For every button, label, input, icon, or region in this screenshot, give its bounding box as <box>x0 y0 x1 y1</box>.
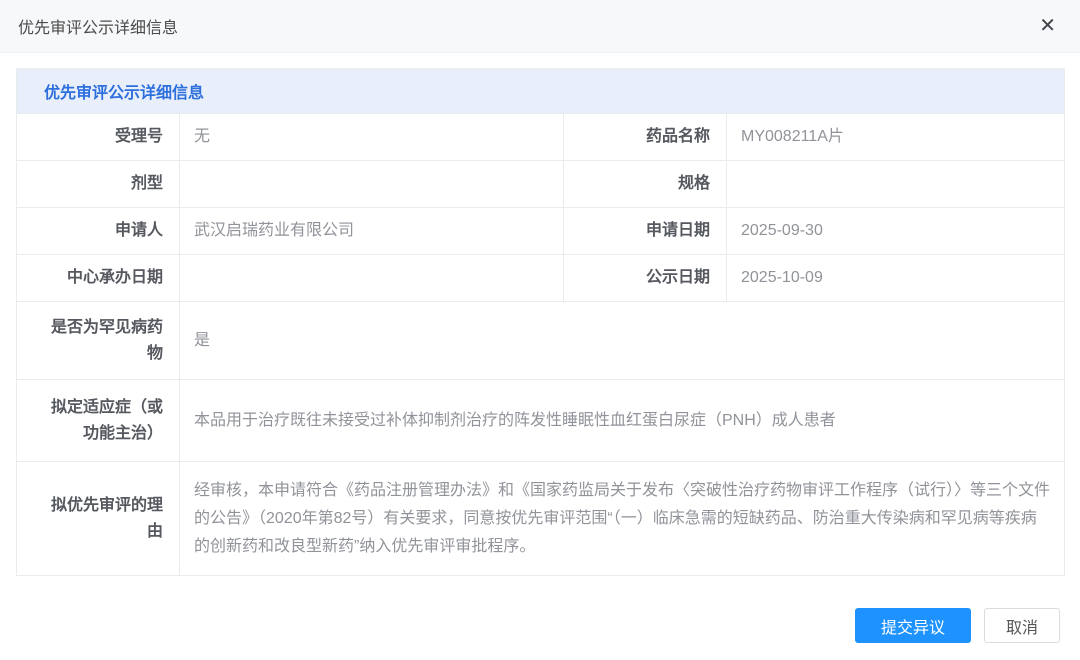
specification-value <box>727 161 1065 208</box>
rare-disease-value: 是 <box>180 302 1065 380</box>
center-undertake-date-label: 中心承办日期 <box>17 255 180 302</box>
application-date-label: 申请日期 <box>564 208 727 255</box>
publicity-date-label: 公示日期 <box>564 255 727 302</box>
priority-review-reason-label: 拟优先审评的理由 <box>17 462 180 576</box>
acceptance-number-value: 无 <box>180 114 564 161</box>
proposed-indication-value: 本品用于治疗既往未接受过补体抑制剂治疗的阵发性睡眠性血红蛋白尿症（PNH）成人患… <box>180 380 1065 462</box>
table-row-centerdate-publicity: 中心承办日期 公示日期 2025-10-09 <box>17 255 1065 302</box>
publicity-date-value: 2025-10-09 <box>727 255 1065 302</box>
priority-review-detail-modal: 优先审评公示详细信息 ✕ 优先审评公示详细信息 受理号 无 药品名称 MY008… <box>0 0 1080 660</box>
drug-name-label: 药品名称 <box>564 114 727 161</box>
table-row-applicant-date: 申请人 武汉启瑞药业有限公司 申请日期 2025-09-30 <box>17 208 1065 255</box>
detail-table: 优先审评公示详细信息 受理号 无 药品名称 MY008211A片 剂型 规格 申… <box>16 68 1065 576</box>
modal-title: 优先审评公示详细信息 <box>18 14 178 38</box>
drug-name-value: MY008211A片 <box>727 114 1065 161</box>
proposed-indication-label: 拟定适应症（或功能主治） <box>17 380 180 462</box>
table-section-header-row: 优先审评公示详细信息 <box>17 69 1065 114</box>
priority-review-reason-value: 经审核，本申请符合《药品注册管理办法》和《国家药监局关于发布〈突破性治疗药物审评… <box>180 462 1065 576</box>
center-undertake-date-value <box>180 255 564 302</box>
dosage-form-label: 剂型 <box>17 161 180 208</box>
table-row-dosage-spec: 剂型 规格 <box>17 161 1065 208</box>
dosage-form-value <box>180 161 564 208</box>
table-row-indication: 拟定适应症（或功能主治） 本品用于治疗既往未接受过补体抑制剂治疗的阵发性睡眠性血… <box>17 380 1065 462</box>
acceptance-number-label: 受理号 <box>17 114 180 161</box>
applicant-label: 申请人 <box>17 208 180 255</box>
cancel-button[interactable]: 取消 <box>984 608 1060 643</box>
modal-header: 优先审评公示详细信息 ✕ <box>0 0 1080 53</box>
table-section-title: 优先审评公示详细信息 <box>17 69 1065 114</box>
table-row-priority-reason: 拟优先审评的理由 经审核，本申请符合《药品注册管理办法》和《国家药监局关于发布〈… <box>17 462 1065 576</box>
modal-footer: 提交异议 取消 <box>855 608 1060 643</box>
application-date-value: 2025-09-30 <box>727 208 1065 255</box>
table-row-rare-disease: 是否为罕见病药物 是 <box>17 302 1065 380</box>
close-icon[interactable]: ✕ <box>1037 14 1058 38</box>
table-row-acceptance-drugname: 受理号 无 药品名称 MY008211A片 <box>17 114 1065 161</box>
applicant-value: 武汉启瑞药业有限公司 <box>180 208 564 255</box>
specification-label: 规格 <box>564 161 727 208</box>
rare-disease-label: 是否为罕见病药物 <box>17 302 180 380</box>
submit-objection-button[interactable]: 提交异议 <box>855 608 971 643</box>
